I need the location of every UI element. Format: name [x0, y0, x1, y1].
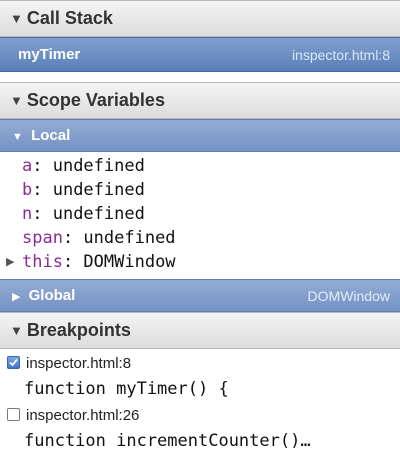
call-stack-frame[interactable]: myTimer inspector.html:8 — [0, 37, 400, 72]
global-scope-label: Global — [28, 287, 76, 304]
checkbox-checked-icon[interactable] — [7, 356, 20, 369]
checkbox-unchecked-icon[interactable] — [7, 408, 20, 421]
call-stack-header[interactable]: ▼ Call Stack — [0, 0, 400, 37]
debugger-sidebar: ▼ Call Stack myTimer inspector.html:8 ▼ … — [0, 0, 400, 459]
scope-variable[interactable]: span: undefined — [22, 228, 176, 248]
call-stack-title: Call Stack — [26, 8, 113, 28]
breakpoint-location[interactable]: inspector.html:26 — [26, 407, 139, 424]
global-scope-header[interactable]: ▶ Global DOMWindow — [0, 279, 400, 312]
variable-value: : undefined — [62, 228, 176, 248]
scope-variables-title: Scope Variables — [26, 90, 165, 110]
variable-name: b — [22, 180, 33, 200]
triangle-down-icon: ▼ — [10, 323, 23, 338]
variable-value: : DOMWindow — [62, 252, 176, 272]
variable-name: span — [22, 228, 63, 248]
frame-function: myTimer — [18, 46, 81, 63]
variable-name: n — [22, 204, 33, 224]
triangle-down-icon: ▼ — [10, 11, 23, 26]
global-scope-value: DOMWindow — [307, 287, 390, 304]
variable-value: : undefined — [32, 156, 145, 176]
scope-variable[interactable]: this: DOMWindow — [22, 252, 176, 272]
frame-location: inspector.html:8 — [291, 46, 390, 63]
variable-name: a — [22, 156, 33, 176]
triangle-right-icon: ▶ — [12, 291, 21, 303]
triangle-down-icon: ▼ — [10, 93, 23, 108]
scope-variable[interactable]: n: undefined — [22, 204, 145, 224]
local-scope-header[interactable]: ▼ Local — [0, 119, 400, 152]
breakpoint-location[interactable]: inspector.html:8 — [26, 355, 131, 372]
triangle-down-icon: ▼ — [12, 131, 23, 143]
breakpoints-title: Breakpoints — [26, 320, 131, 340]
variable-value: : undefined — [32, 180, 145, 200]
scope-variables-header[interactable]: ▼ Scope Variables — [0, 82, 400, 119]
variable-name: this — [22, 252, 63, 272]
scope-variable[interactable]: b: undefined — [22, 180, 145, 200]
variable-value: : undefined — [32, 204, 145, 224]
breakpoint-code[interactable]: function incrementCounter()… — [24, 431, 311, 451]
breakpoint-code[interactable]: function myTimer() { — [24, 379, 229, 399]
local-scope-label: Local — [31, 127, 71, 144]
scope-variable[interactable]: a: undefined — [22, 156, 145, 176]
checkmark-icon — [9, 358, 18, 367]
triangle-right-icon[interactable]: ▶ — [6, 255, 14, 268]
breakpoints-header[interactable]: ▼ Breakpoints — [0, 312, 400, 349]
